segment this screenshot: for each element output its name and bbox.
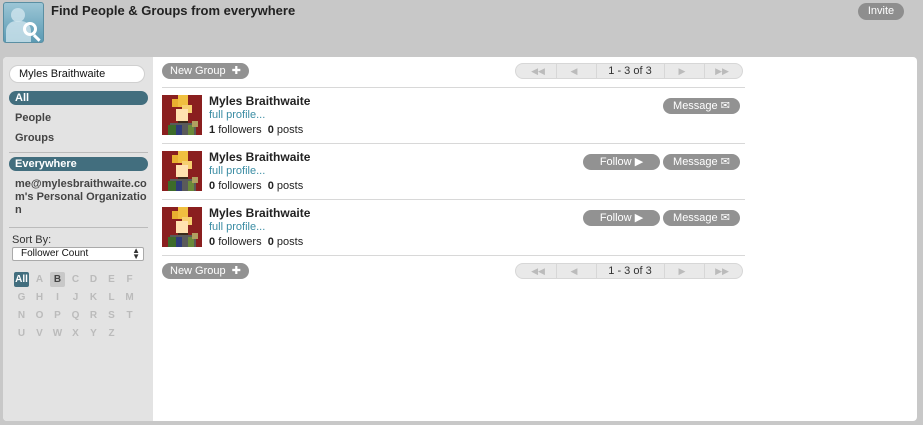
letter-filter-f[interactable]: F — [122, 272, 137, 287]
sort-by-label: Sort By: — [12, 234, 52, 246]
main-panel: Myles Braithwaite All People Groups Ever… — [3, 57, 917, 421]
letter-filter-h[interactable]: H — [32, 290, 47, 305]
letter-filter-s[interactable]: S — [104, 308, 119, 323]
new-group-button[interactable]: New Group ✚ — [162, 263, 249, 279]
header: Find People & Groups from everywhere Inv… — [0, 0, 923, 57]
person-name[interactable]: Myles Braithwaite — [209, 206, 310, 220]
sort-by-select[interactable]: Follower Count ▲ ▼ — [12, 247, 144, 261]
letter-filter-o[interactable]: O — [32, 308, 47, 323]
letter-filter-k[interactable]: K — [86, 290, 101, 305]
page-title: Find People & Groups from everywhere — [51, 3, 296, 18]
letter-filter-g[interactable]: G — [14, 290, 29, 305]
letter-filter-c[interactable]: C — [68, 272, 83, 287]
divider — [9, 152, 148, 153]
letter-filter-z[interactable]: Z — [104, 326, 119, 341]
next-page-icon[interactable]: ▶ — [668, 264, 696, 278]
sort-by-value: Follower Count — [21, 248, 89, 259]
letter-filter-u[interactable]: U — [14, 326, 29, 341]
filter-people[interactable]: People — [15, 112, 51, 124]
letter-filter-l[interactable]: L — [104, 290, 119, 305]
letter-filter-d[interactable]: D — [86, 272, 101, 287]
new-group-label: New Group — [170, 65, 226, 77]
person-name[interactable]: Myles Braithwaite — [209, 150, 310, 164]
person-stats: 1 followers 0 posts — [209, 124, 304, 136]
letter-filter-w[interactable]: W — [50, 326, 65, 341]
letter-filter-r[interactable]: R — [86, 308, 101, 323]
divider — [162, 143, 745, 144]
people-search-logo-icon — [3, 2, 44, 43]
last-page-icon[interactable]: ▶▶ — [708, 264, 736, 278]
envelope-icon: ✉ — [720, 100, 730, 112]
avatar[interactable] — [162, 95, 202, 135]
letter-filter-t[interactable]: T — [122, 308, 137, 323]
full-profile-link[interactable]: full profile... — [209, 109, 265, 121]
avatar[interactable] — [162, 207, 202, 247]
letter-filter-m[interactable]: M — [122, 290, 137, 305]
person-name[interactable]: Myles Braithwaite — [209, 94, 310, 108]
letter-filter-v[interactable]: V — [32, 326, 47, 341]
message-button[interactable]: Message ✉ — [663, 210, 740, 226]
message-button[interactable]: Message ✉ — [663, 98, 740, 114]
letter-filter-q[interactable]: Q — [68, 308, 83, 323]
scope-everywhere[interactable]: Everywhere — [9, 157, 148, 171]
divider — [162, 199, 745, 200]
play-arrow-icon: ▶ — [634, 212, 644, 224]
divider — [162, 87, 745, 88]
next-page-icon[interactable]: ▶ — [668, 64, 696, 78]
full-profile-link[interactable]: full profile... — [209, 221, 265, 233]
envelope-icon: ✉ — [720, 156, 730, 168]
prev-page-icon[interactable]: ◀ — [560, 64, 588, 78]
last-page-icon[interactable]: ▶▶ — [708, 64, 736, 78]
envelope-icon: ✉ — [720, 212, 730, 224]
message-button[interactable]: Message ✉ — [663, 154, 740, 170]
filter-groups[interactable]: Groups — [15, 132, 54, 144]
invite-button[interactable]: Invite — [858, 3, 904, 20]
select-arrows-icon: ▲ ▼ — [132, 246, 140, 261]
prev-page-icon[interactable]: ◀ — [560, 264, 588, 278]
scope-personal-organization[interactable]: me@mylesbraithwaite.com's Personal Organ… — [15, 178, 147, 217]
follow-button[interactable]: Follow ▶ — [583, 210, 660, 226]
new-group-button[interactable]: New Group ✚ — [162, 63, 249, 79]
first-page-icon[interactable]: ◀◀ — [524, 64, 552, 78]
pagination-bottom: ◀◀ ◀ 1 - 3 of 3 ▶ ▶▶ — [515, 263, 743, 279]
plus-icon: ✚ — [228, 265, 241, 277]
letter-filter-i[interactable]: I — [50, 290, 65, 305]
full-profile-link[interactable]: full profile... — [209, 165, 265, 177]
letter-filter-e[interactable]: E — [104, 272, 119, 287]
search-input[interactable]: Myles Braithwaite — [9, 65, 145, 83]
letter-filter-y[interactable]: Y — [86, 326, 101, 341]
letter-filter-a[interactable]: A — [32, 272, 47, 287]
page-range: 1 - 3 of 3 — [608, 265, 652, 277]
letter-filter-j[interactable]: J — [68, 290, 83, 305]
person-stats: 0 followers 0 posts — [209, 236, 304, 248]
letter-filter-all[interactable]: All — [14, 272, 29, 287]
avatar[interactable] — [162, 151, 202, 191]
follow-button[interactable]: Follow ▶ — [583, 154, 660, 170]
new-group-label: New Group — [170, 265, 226, 277]
first-page-icon[interactable]: ◀◀ — [524, 264, 552, 278]
divider — [9, 227, 148, 228]
play-arrow-icon: ▶ — [634, 156, 644, 168]
pagination-top: ◀◀ ◀ 1 - 3 of 3 ▶ ▶▶ — [515, 63, 743, 79]
plus-icon: ✚ — [228, 65, 241, 77]
letter-filter-p[interactable]: P — [50, 308, 65, 323]
letter-filter-b[interactable]: B — [50, 272, 65, 287]
letter-filter-x[interactable]: X — [68, 326, 83, 341]
person-stats: 0 followers 0 posts — [209, 180, 304, 192]
divider — [162, 255, 745, 256]
page-range: 1 - 3 of 3 — [608, 65, 652, 77]
sidebar: Myles Braithwaite All People Groups Ever… — [3, 57, 153, 421]
filter-all[interactable]: All — [9, 91, 148, 105]
letter-filter-n[interactable]: N — [14, 308, 29, 323]
